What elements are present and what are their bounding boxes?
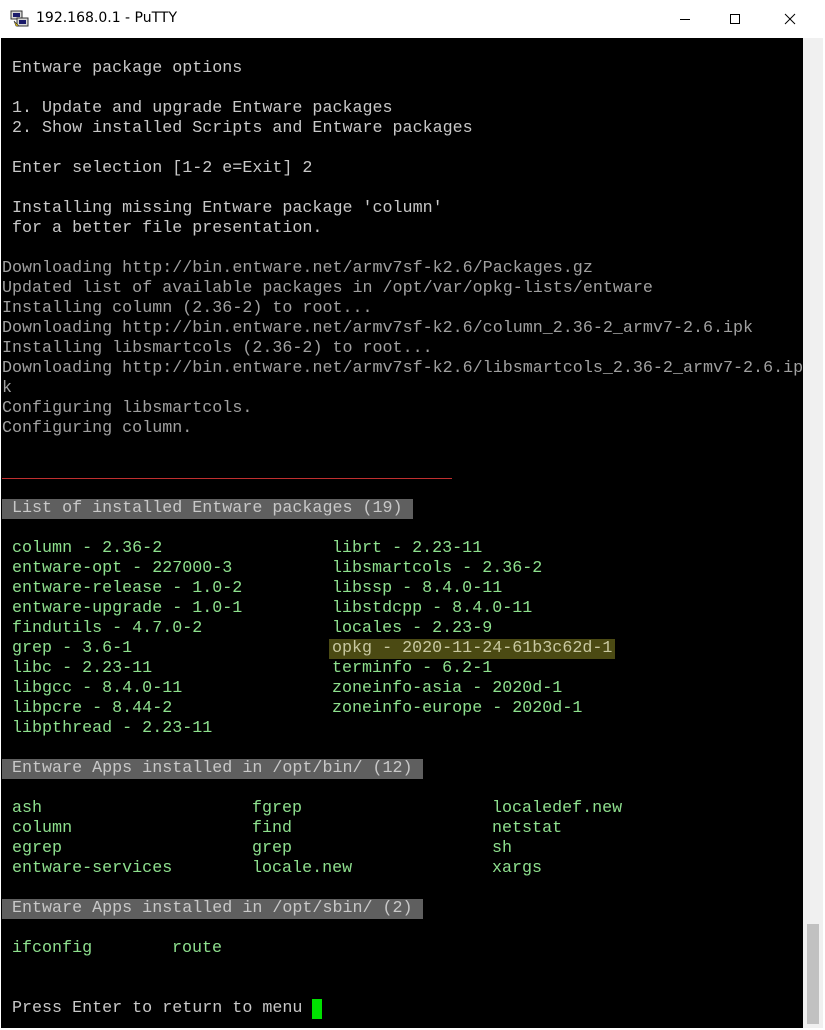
package-item-highlighted: opkg - 2020-11-24-61b3c62d-1 [329, 639, 616, 659]
package-item: findutils - 4.7.0-2 [12, 619, 203, 638]
install-message-2: for a better file presentation. [12, 219, 323, 238]
return-prompt-text: Press Enter to return to menu [12, 999, 303, 1018]
package-item: libstdcpp - 8.4.0-11 [332, 599, 533, 618]
terminal-screen[interactable]: Entware package options 1. Update and up… [1, 38, 803, 1028]
minimize-icon [680, 19, 690, 20]
package-item: librt - 2.23-11 [332, 539, 483, 558]
maximize-button[interactable] [710, 0, 760, 38]
log-line: k [2, 379, 13, 398]
log-line: Downloading http://bin.entware.net/armv7… [2, 319, 754, 338]
log-line: Installing libsmartcols (2.36-2) to root… [2, 339, 433, 358]
package-item: entware-opt - 227000-3 [12, 559, 233, 578]
package-item: libssp - 8.4.0-11 [332, 579, 503, 598]
app-item: grep [252, 839, 293, 858]
minimize-button[interactable] [660, 0, 710, 38]
title-bar[interactable]: 192.168.0.1 - PuTTY [0, 0, 825, 38]
package-item: entware-release - 1.0-2 [12, 579, 243, 598]
app-item: column [12, 819, 73, 838]
package-item: locales - 2.23-9 [332, 619, 493, 638]
menu-title: Entware package options [12, 59, 243, 78]
package-item: libgcc - 8.4.0-11 [12, 679, 183, 698]
menu-option-1: 1. Update and upgrade Entware packages [12, 99, 393, 118]
app-item: localedef.new [492, 799, 623, 818]
maximize-icon [730, 14, 740, 24]
menu-option-2: 2. Show installed Scripts and Entware pa… [12, 119, 473, 138]
package-item: libsmartcols - 2.36-2 [332, 559, 543, 578]
package-item: zoneinfo-europe - 2020d-1 [332, 699, 583, 718]
app-item: ifconfig [12, 939, 93, 958]
install-message-1: Installing missing Entware package 'colu… [12, 199, 443, 218]
selection-prompt: Enter selection [1-2 e=Exit] 2 [12, 159, 313, 178]
packages-header: List of installed Entware packages (19) [2, 499, 413, 519]
app-item: locale.new [252, 859, 353, 878]
package-item: libpthread - 2.23-11 [12, 719, 213, 738]
app-item: sh [492, 839, 513, 858]
separator-line [2, 478, 452, 479]
close-button[interactable] [765, 0, 815, 38]
app-item: fgrep [252, 799, 303, 818]
window-title: 192.168.0.1 - PuTTY [36, 10, 178, 26]
sbin-apps-header: Entware Apps installed in /opt/sbin/ (2) [2, 899, 423, 919]
log-line: Downloading http://bin.entware.net/armv7… [2, 259, 593, 278]
return-prompt: Press Enter to return to menu [12, 999, 323, 1019]
log-line: Updated list of available packages in /o… [2, 279, 653, 298]
package-item: terminfo - 6.2-1 [332, 659, 493, 678]
log-line: Configuring column. [2, 419, 193, 438]
bin-apps-header: Entware Apps installed in /opt/bin/ (12) [2, 759, 423, 779]
scrollbar-thumb[interactable] [807, 924, 819, 1024]
app-item: entware-services [12, 859, 173, 878]
package-item: grep - 3.6-1 [12, 639, 133, 658]
app-item: netstat [492, 819, 563, 838]
package-item: entware-upgrade - 1.0-1 [12, 599, 243, 618]
app-item: find [252, 819, 293, 838]
app-item: xargs [492, 859, 543, 878]
log-line: Configuring libsmartcols. [2, 399, 253, 418]
close-icon [784, 13, 796, 25]
app-item: ash [12, 799, 43, 818]
log-line: Installing column (2.36-2) to root... [2, 299, 373, 318]
package-item: zoneinfo-asia - 2020d-1 [332, 679, 563, 698]
package-item: column - 2.36-2 [12, 539, 163, 558]
package-item: libc - 2.23-11 [12, 659, 153, 678]
putty-icon[interactable] [10, 9, 30, 29]
app-item: route [172, 939, 223, 958]
cursor [312, 999, 323, 1019]
vertical-scrollbar[interactable] [803, 38, 823, 1028]
log-line: Downloading http://bin.entware.net/armv7… [2, 359, 803, 378]
app-item: egrep [12, 839, 63, 858]
package-item: libpcre - 8.44-2 [12, 699, 173, 718]
